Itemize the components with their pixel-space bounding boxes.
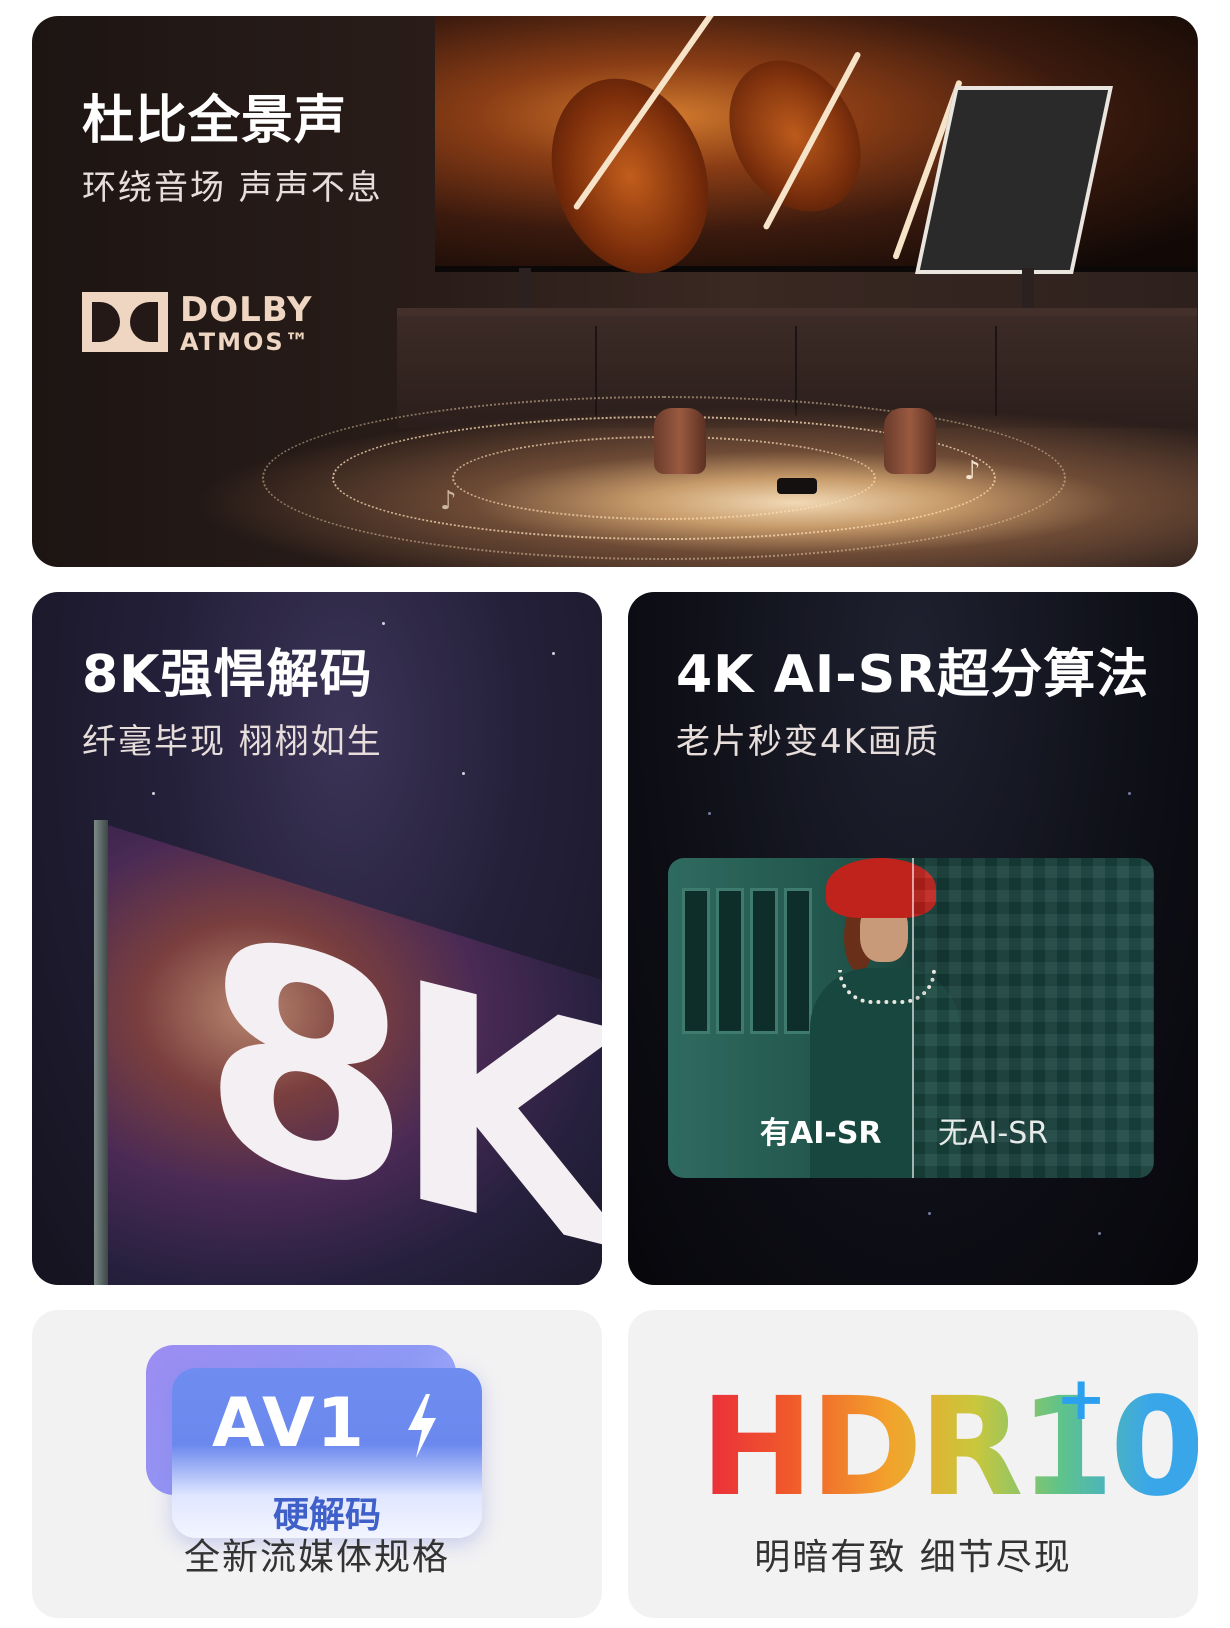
8k-title: 8K强悍解码 — [82, 645, 373, 705]
label-without-ai-sr: 无AI-SR — [938, 1116, 1049, 1151]
av1-badge-text: AV1 — [212, 1384, 366, 1463]
lightning-icon — [408, 1394, 436, 1458]
ai-sr-title: 4K AI-SR超分算法 — [676, 645, 1150, 705]
tv-box-device — [777, 478, 817, 494]
label-with-ai-sr: 有AI-SR — [760, 1116, 882, 1151]
8k-graphic-text: 8K — [202, 866, 602, 1285]
music-note-icon: ♪ — [440, 486, 457, 516]
av1-card: AV1 硬解码 全新流媒体规格 — [32, 1310, 602, 1618]
comparison-divider — [912, 858, 914, 1178]
dolby-atmos-card: ♪ ♪ 杜比全景声 环绕音场 声声不息 DOLBY ATMOS™ — [32, 16, 1198, 567]
dolby-subtitle: 环绕音场 声声不息 — [82, 168, 383, 208]
tv-orchestra-image — [435, 16, 1197, 296]
speaker-left — [654, 408, 706, 474]
av1-caption: 全新流媒体规格 — [183, 1537, 450, 1578]
av1-badge: AV1 硬解码 — [172, 1368, 482, 1538]
dolby-double-d-icon — [82, 292, 168, 352]
dolby-title: 杜比全景声 — [82, 91, 348, 151]
dolby-atmos-logo: DOLBY ATMOS™ — [82, 290, 332, 370]
hdr10-plus-card: HDR10 + 明暗有致 细节尽现 — [628, 1310, 1198, 1618]
4k-ai-sr-card: 4K AI-SR超分算法 老片秒变4K画质 有AI-SR 无AI-SR — [628, 592, 1198, 1285]
tv-bezel — [94, 820, 108, 1285]
hdr10-plus-sign: + — [1056, 1364, 1107, 1434]
speaker-right — [884, 408, 936, 474]
8k-decode-card: 8K 8K强悍解码 纤毫毕现 栩栩如生 — [32, 592, 602, 1285]
ai-sr-comparison-image — [668, 858, 1154, 1178]
music-note-icon: ♪ — [964, 456, 981, 486]
hdr-caption: 明暗有致 细节尽现 — [754, 1537, 1072, 1578]
hdr10-logo: HDR10 — [700, 1380, 1198, 1516]
8k-subtitle: 纤毫毕现 栩栩如生 — [82, 722, 383, 762]
ai-sr-subtitle: 老片秒变4K画质 — [676, 722, 940, 762]
